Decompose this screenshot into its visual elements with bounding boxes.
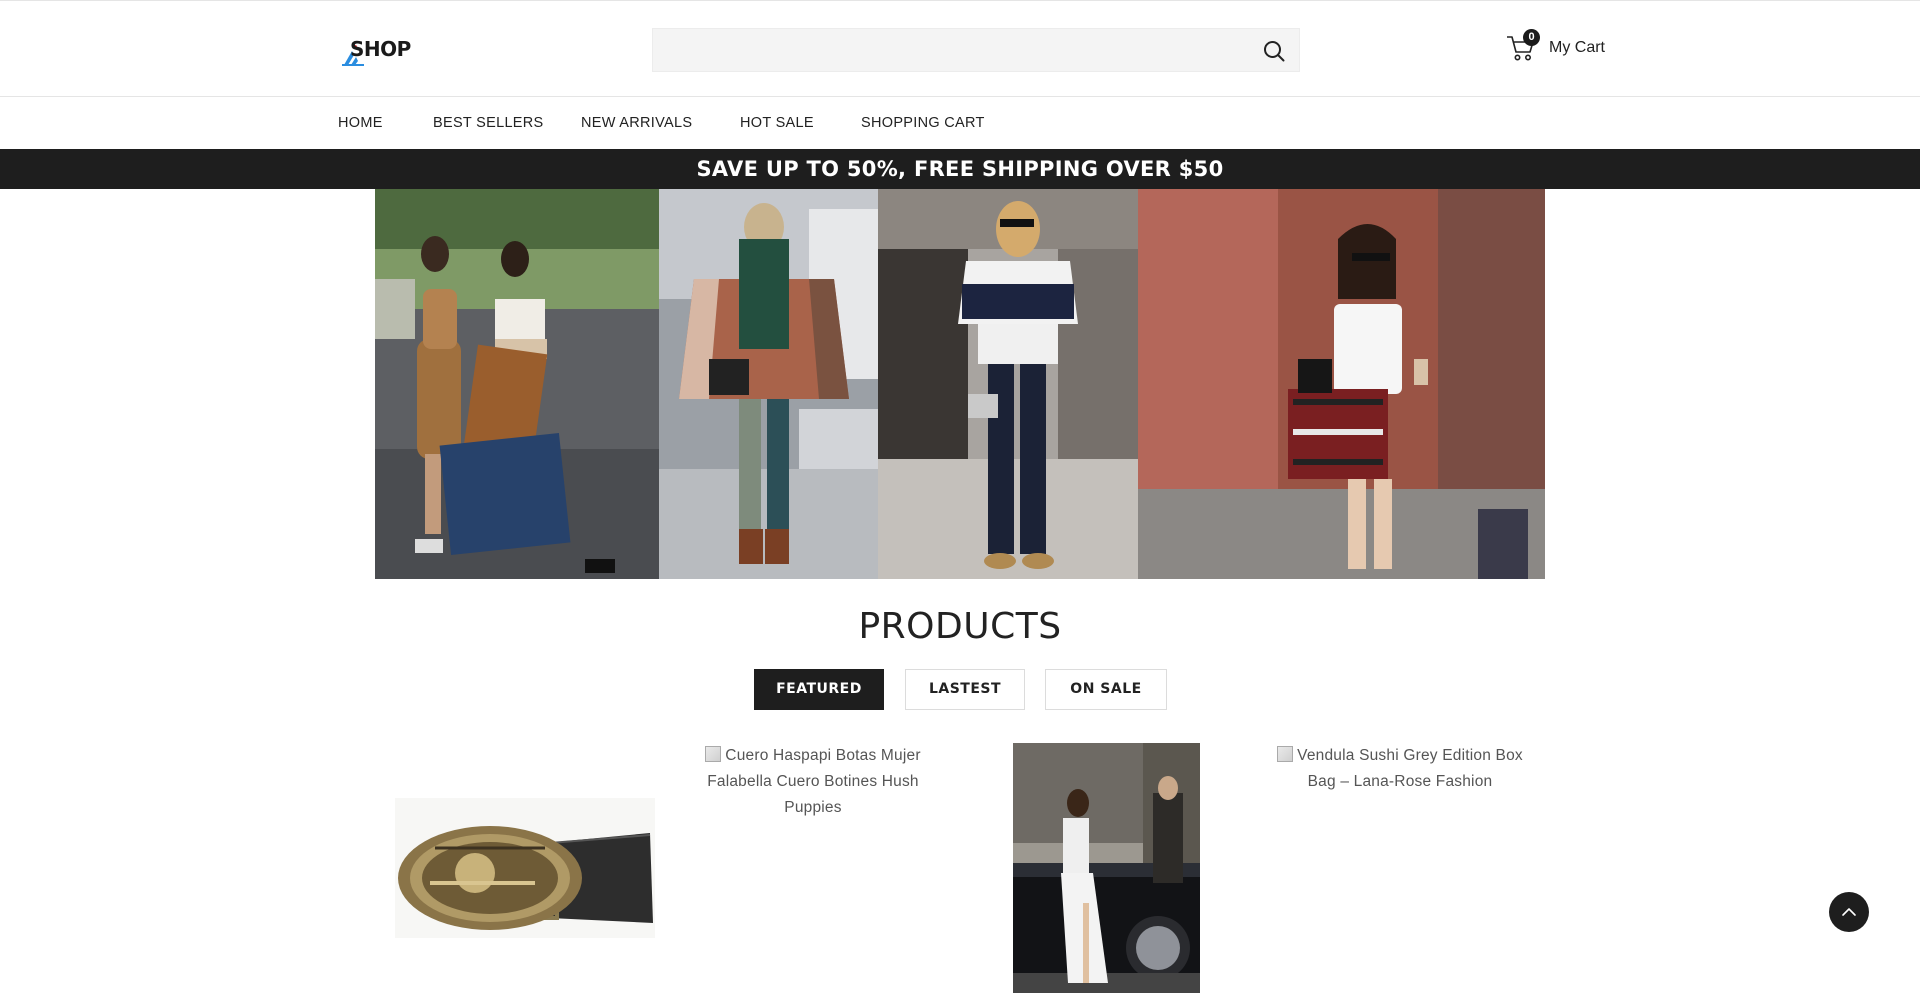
- hero-image-4: [1138, 189, 1545, 579]
- cart-button[interactable]: 0 My Cart: [1506, 29, 1616, 69]
- product-image-belt-buckle: [375, 743, 655, 993]
- nav-item-best-sellers[interactable]: BEST SELLERS: [433, 115, 544, 131]
- chevron-up-icon: [1842, 908, 1856, 916]
- product-image-dress: [1013, 743, 1200, 993]
- tab-lastest[interactable]: LASTEST: [905, 669, 1025, 710]
- cart-count-badge: 0: [1523, 29, 1540, 46]
- product-image-alt-text-2: Cuero Haspapi Botas Mujer Falabella Cuer…: [683, 743, 943, 821]
- hero-image-2: [659, 189, 878, 579]
- broken-image-icon: [705, 746, 722, 762]
- hero-image-1: [375, 189, 659, 579]
- product-card-3[interactable]: [1013, 743, 1200, 993]
- nav-item-shopping-cart[interactable]: SHOPPING CART: [861, 115, 985, 131]
- search-icon[interactable]: [1263, 40, 1285, 62]
- product-card-2[interactable]: Cuero Haspapi Botas Mujer Falabella Cuer…: [683, 743, 943, 821]
- hero-image-3: [878, 189, 1138, 579]
- nav-item-home[interactable]: HOME: [338, 115, 383, 131]
- scroll-to-top-button[interactable]: [1829, 892, 1869, 932]
- products-heading: PRODUCTS: [858, 606, 1062, 647]
- tab-featured[interactable]: FEATURED: [754, 669, 884, 710]
- nav-item-hot-sale[interactable]: HOT SALE: [740, 115, 814, 131]
- broken-image-icon: [1277, 746, 1294, 762]
- product-image-alt-text-4: Vendula Sushi Grey Edition Box Bag – Lan…: [1265, 743, 1535, 795]
- cart-label: My Cart: [1549, 39, 1605, 56]
- promo-banner: SAVE UP TO 50%, FREE SHIPPING OVER $50: [0, 149, 1920, 189]
- logo-text: SHOP: [350, 37, 411, 61]
- hero-banner[interactable]: [375, 189, 1545, 579]
- search-box: [652, 28, 1300, 72]
- product-card-4[interactable]: Vendula Sushi Grey Edition Box Bag – Lan…: [1265, 743, 1535, 795]
- search-input[interactable]: [653, 29, 1299, 71]
- site-logo[interactable]: SHOP: [342, 35, 414, 66]
- nav-item-new-arrivals[interactable]: NEW ARRIVALS: [581, 115, 692, 131]
- tab-on-sale[interactable]: ON SALE: [1045, 669, 1167, 710]
- product-card-1[interactable]: [375, 743, 655, 993]
- site-header: SHOP 0 My Cart: [0, 0, 1920, 97]
- product-tabs: FEATURED LASTEST ON SALE: [0, 669, 1920, 711]
- product-alt-text: Cuero Haspapi Botas Mujer Falabella Cuer…: [707, 747, 921, 816]
- main-nav: HOME BEST SELLERS NEW ARRIVALS HOT SALE …: [0, 97, 1920, 149]
- product-alt-text: Vendula Sushi Grey Edition Box Bag – Lan…: [1297, 747, 1523, 790]
